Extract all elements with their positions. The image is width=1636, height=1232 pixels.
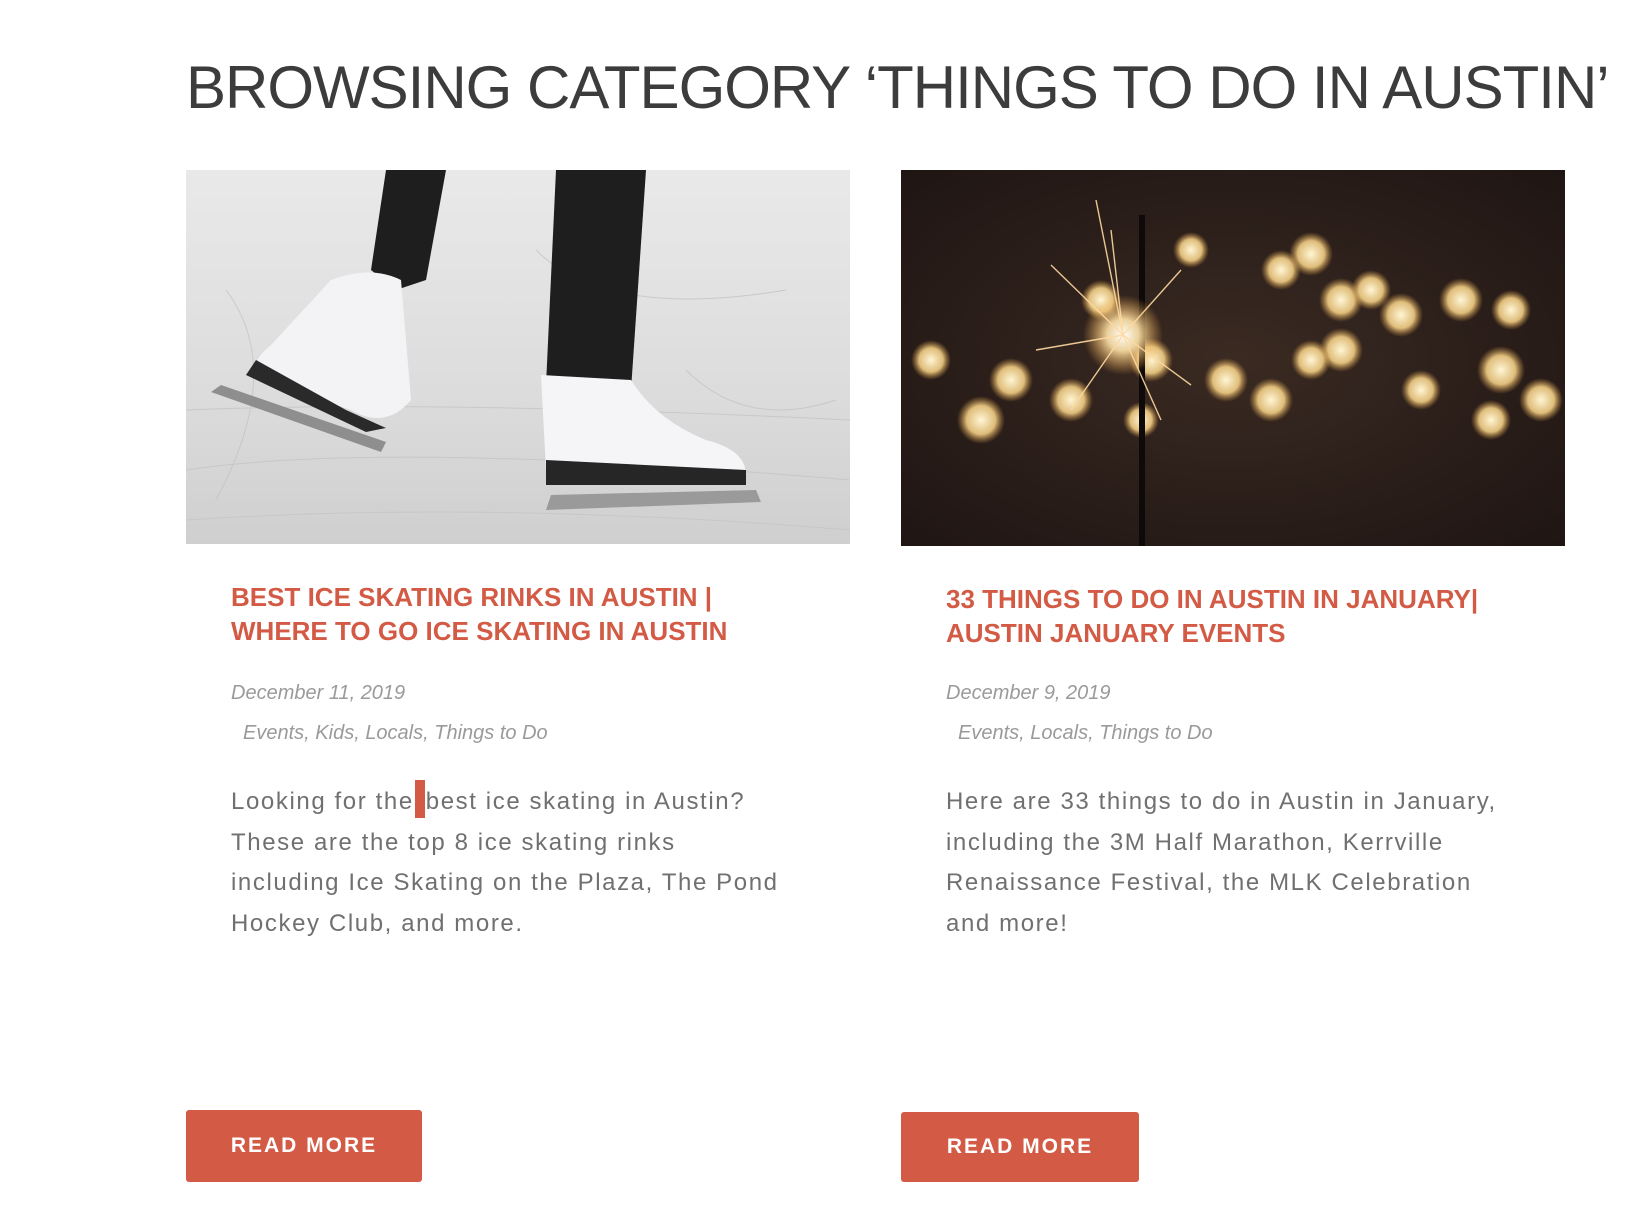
post-categories: Events, Locals, Things to Do [958,722,1213,744]
excerpt-text-start: Looking for the [231,788,414,815]
category-link-events[interactable]: Events [243,722,304,744]
post-title-link[interactable]: 33 THINGS TO DO IN AUSTIN IN JANUARY| AU… [946,582,1486,650]
post-date: December 11, 2019 [231,682,406,704]
post-excerpt: Looking for the best ice skating in Austi… [231,780,791,944]
post-title-link[interactable]: BEST ICE SKATING RINKS IN AUSTIN | WHERE… [231,580,791,648]
category-link-events[interactable]: Events [958,722,1019,744]
category-link-kids[interactable]: Kids [315,722,354,744]
ice-skates-image [186,170,850,544]
category-link-locals[interactable]: Locals [365,722,423,744]
read-more-button[interactable]: READ MORE [901,1112,1139,1182]
post-date: December 9, 2019 [946,682,1111,704]
post-card: 33 THINGS TO DO IN AUSTIN IN JANUARY| AU… [901,170,1565,1190]
post-thumbnail-ice-skating[interactable] [186,170,850,544]
post-excerpt: Here are 33 things to do in Austin in Ja… [946,788,1497,937]
sparkler-image [901,170,1565,546]
post-card: BEST ICE SKATING RINKS IN AUSTIN | WHERE… [186,170,850,1190]
text-cursor [414,780,425,818]
post-categories: Events, Kids, Locals, Things to Do [243,722,548,744]
category-link-things-to-do[interactable]: Things to Do [1099,722,1212,744]
category-link-locals[interactable]: Locals [1030,722,1088,744]
page-title: BROWSING CATEGORY ‘THINGS TO DO IN AUSTI… [186,54,1610,121]
read-more-button[interactable]: READ MORE [186,1110,422,1182]
category-link-things-to-do[interactable]: Things to Do [434,722,547,744]
post-thumbnail-sparkler[interactable] [901,170,1565,546]
